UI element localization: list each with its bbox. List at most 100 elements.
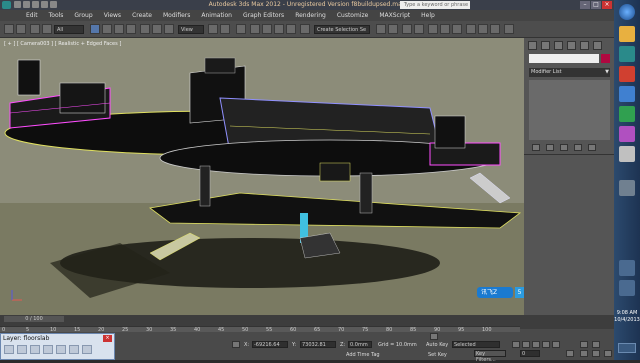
object-name-input[interactable]	[529, 54, 599, 63]
menu-animation[interactable]: Animation	[201, 10, 232, 21]
app-logo-icon[interactable]	[2, 1, 11, 9]
open-file-icon[interactable]	[23, 1, 30, 8]
modifier-list-select[interactable]: Modifier List ▼	[529, 68, 610, 77]
maximize-button[interactable]: □	[591, 1, 601, 9]
modifier-stack[interactable]	[529, 80, 610, 140]
go-to-start-icon[interactable]	[512, 341, 520, 348]
current-frame-field[interactable]: 0	[520, 350, 540, 357]
named-selection-input[interactable]: Create Selection Se	[314, 25, 370, 34]
menu-rendering[interactable]: Rendering	[295, 10, 326, 21]
menu-views[interactable]: Views	[104, 10, 121, 21]
reference-coordinate-select[interactable]: View	[178, 25, 204, 34]
align-icon[interactable]	[388, 24, 398, 34]
object-color-swatch[interactable]	[601, 54, 610, 63]
start-button-icon[interactable]	[619, 4, 635, 20]
show-desktop-button[interactable]	[618, 343, 636, 353]
pan-view-icon[interactable]	[580, 350, 588, 357]
select-object-icon[interactable]	[90, 24, 100, 34]
menu-tools[interactable]: Tools	[49, 10, 64, 21]
new-file-icon[interactable]	[14, 1, 21, 8]
snaps-toggle-icon[interactable]	[250, 24, 260, 34]
select-manipulate-icon[interactable]	[220, 24, 230, 34]
show-end-result-icon[interactable]	[546, 144, 554, 151]
clock[interactable]: 9:08 AM 10/4/2013	[614, 310, 640, 324]
lock-selection-icon[interactable]	[232, 341, 240, 348]
rectangle-selection-icon[interactable]	[114, 24, 124, 34]
select-by-name-icon[interactable]	[102, 24, 112, 34]
display-tab-icon[interactable]	[580, 41, 589, 50]
edit-named-selection-icon[interactable]	[300, 24, 310, 34]
menu-customize[interactable]: Customize	[337, 10, 369, 21]
3dsmax-taskbar-icon[interactable]	[619, 46, 635, 62]
graphite-toolset-icon[interactable]	[414, 24, 424, 34]
scale-icon[interactable]	[164, 24, 174, 34]
time-configuration-icon[interactable]	[566, 350, 574, 357]
play-icon[interactable]	[532, 341, 540, 348]
minimize-button[interactable]: –	[580, 1, 590, 9]
curve-editor-icon[interactable]	[428, 24, 438, 34]
close-icon[interactable]: ×	[103, 335, 112, 342]
pin-stack-icon[interactable]	[532, 144, 540, 151]
rotate-icon[interactable]	[152, 24, 162, 34]
search-input[interactable]: Type a keyword or phrase	[400, 1, 470, 9]
previous-frame-icon[interactable]	[522, 341, 530, 348]
utilities-tab-icon[interactable]	[593, 41, 602, 50]
app-icon[interactable]	[619, 180, 635, 196]
layer-manager-icon[interactable]	[402, 24, 412, 34]
unlink-icon[interactable]	[42, 24, 52, 34]
schematic-view-icon[interactable]	[440, 24, 450, 34]
browser-icon[interactable]	[619, 86, 635, 102]
zoom-all-icon[interactable]	[592, 341, 600, 348]
next-frame-icon[interactable]	[542, 341, 550, 348]
tray-icon[interactable]	[619, 280, 635, 296]
menu-modifiers[interactable]: Modifiers	[163, 10, 190, 21]
viewport-label[interactable]: [ + ] [ Camera003 ] [ Realistic + Edged …	[4, 41, 121, 47]
y-coordinate-field[interactable]: 73032.81	[300, 341, 336, 348]
keyboard-shortcut-icon[interactable]	[236, 24, 246, 34]
ime-indicator[interactable]: 讯飞Z	[477, 287, 513, 298]
menu-group[interactable]: Group	[74, 10, 92, 21]
move-icon[interactable]	[140, 24, 150, 34]
make-unique-icon[interactable]	[560, 144, 568, 151]
add-time-tag-button[interactable]: Add Time Tag	[346, 352, 380, 358]
app-icon[interactable]	[619, 126, 635, 142]
go-to-end-icon[interactable]	[552, 341, 560, 348]
menu-edit[interactable]: Edit	[26, 10, 38, 21]
auto-key-select[interactable]: Selected	[452, 341, 500, 348]
menu-help[interactable]: Help	[421, 10, 435, 21]
ime-key-badge[interactable]: 5	[515, 287, 524, 298]
set-current-layer-icon[interactable]	[69, 345, 79, 354]
motion-tab-icon[interactable]	[567, 41, 576, 50]
render-production-icon[interactable]	[490, 24, 500, 34]
close-button[interactable]: ×	[602, 1, 612, 9]
explorer-icon[interactable]	[619, 26, 635, 42]
mirror-icon[interactable]	[376, 24, 386, 34]
menu-maxscript[interactable]: MAXScript	[379, 10, 410, 21]
percent-snap-icon[interactable]	[274, 24, 284, 34]
rendered-frame-window-icon[interactable]	[478, 24, 488, 34]
time-slider[interactable]: 0 / 100	[4, 316, 64, 322]
undo-tool-icon[interactable]	[4, 24, 14, 34]
remove-modifier-icon[interactable]	[574, 144, 582, 151]
camera-viewport[interactable]: [ + ] [ Camera003 ] [ Realistic + Edged …	[0, 38, 524, 315]
new-layer-icon[interactable]	[30, 345, 40, 354]
key-filters-button[interactable]: Key Filters...	[474, 350, 506, 363]
maximize-viewport-icon[interactable]	[604, 350, 612, 357]
auto-key-button[interactable]: Auto Key	[426, 342, 448, 348]
layer-dropdown-icon[interactable]	[17, 345, 27, 354]
material-editor-icon[interactable]	[452, 24, 462, 34]
layers-icon[interactable]	[4, 345, 14, 354]
redo-tool-icon[interactable]	[16, 24, 26, 34]
set-key-button[interactable]: Set Key	[428, 352, 447, 358]
key-mode-icon[interactable]	[430, 333, 438, 340]
selection-filter-select[interactable]: All	[54, 25, 84, 34]
z-coordinate-field[interactable]: 0.0mm	[348, 341, 372, 348]
select-layer-icon[interactable]	[56, 345, 66, 354]
render-teapot-icon[interactable]	[504, 24, 514, 34]
add-to-layer-icon[interactable]	[43, 345, 53, 354]
app-icon[interactable]	[619, 106, 635, 122]
menu-create[interactable]: Create	[132, 10, 152, 21]
spinner-snap-icon[interactable]	[286, 24, 296, 34]
menu-graph-editors[interactable]: Graph Editors	[243, 10, 284, 21]
link-icon[interactable]	[30, 24, 40, 34]
